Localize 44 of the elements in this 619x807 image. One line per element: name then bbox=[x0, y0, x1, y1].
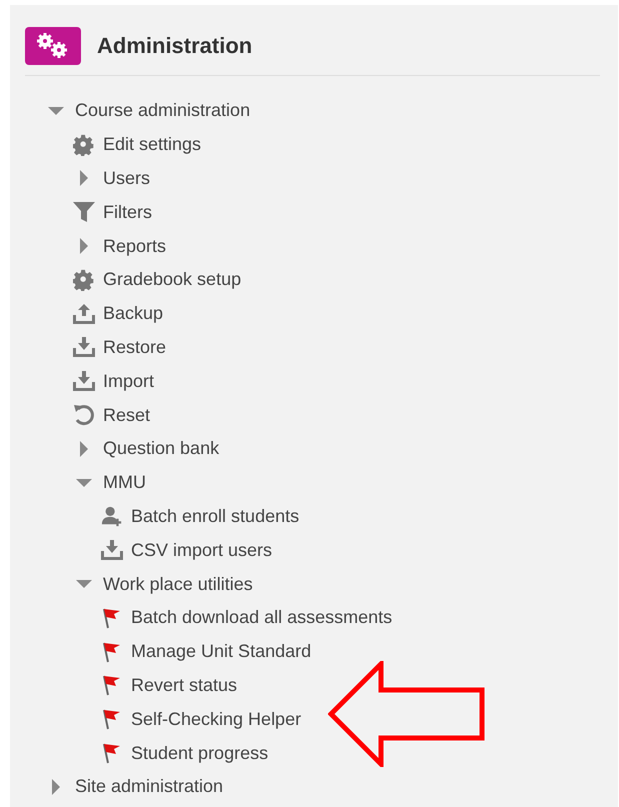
expanded-caret-icon[interactable] bbox=[76, 478, 92, 488]
tree-link[interactable]: Backup bbox=[103, 303, 164, 324]
tree-branch-label[interactable]: Question bank bbox=[103, 438, 220, 460]
tree-link[interactable]: Batch download all assessments bbox=[131, 607, 392, 628]
tree-branch-label[interactable]: Site administration bbox=[75, 776, 224, 798]
tree-link[interactable]: Reset bbox=[103, 404, 150, 426]
flag-icon bbox=[102, 606, 122, 629]
tree-link[interactable]: Import bbox=[103, 370, 154, 392]
expanded-caret-icon[interactable] bbox=[76, 579, 92, 590]
flag-icon bbox=[102, 640, 122, 663]
tree-branch-label[interactable]: Reports bbox=[103, 236, 166, 257]
gears-icon bbox=[25, 27, 81, 65]
flag-icon bbox=[102, 742, 122, 764]
tree-branch-label[interactable]: Course administration bbox=[75, 100, 250, 122]
download-icon bbox=[73, 337, 95, 358]
flag-icon bbox=[102, 674, 122, 696]
flag-icon bbox=[102, 708, 122, 730]
tree-link[interactable]: Manage Unit Standard bbox=[131, 641, 312, 662]
collapsed-caret-icon[interactable] bbox=[79, 440, 89, 457]
user-add-icon bbox=[101, 505, 123, 528]
funnel-icon bbox=[73, 202, 95, 222]
gear-icon bbox=[73, 268, 95, 291]
tree-link[interactable]: Edit settings bbox=[103, 134, 202, 156]
tree-link[interactable]: Revert status bbox=[131, 674, 238, 696]
tree-link[interactable]: Restore bbox=[103, 336, 166, 358]
download-icon bbox=[101, 540, 123, 560]
tree-link[interactable]: Filters bbox=[103, 202, 152, 223]
tree-link[interactable]: Student progress bbox=[131, 742, 268, 764]
tree-link[interactable]: Batch enroll students bbox=[131, 506, 300, 527]
download-icon bbox=[73, 371, 95, 392]
reset-icon bbox=[73, 404, 95, 426]
upload-icon bbox=[73, 304, 95, 324]
tree-link[interactable]: Gradebook setup bbox=[103, 269, 242, 290]
tree-link[interactable]: Self-Checking Helper bbox=[131, 708, 302, 730]
tree-branch-label[interactable]: Users bbox=[103, 168, 150, 189]
expanded-caret-icon[interactable] bbox=[48, 106, 64, 116]
block-title: Administration bbox=[97, 33, 252, 59]
gear-icon bbox=[73, 134, 95, 156]
collapsed-caret-icon[interactable] bbox=[79, 238, 89, 254]
tree-branch-label[interactable]: MMU bbox=[103, 472, 146, 494]
tree-branch-label[interactable]: Work place utilities bbox=[103, 574, 253, 595]
collapsed-caret-icon[interactable] bbox=[51, 778, 61, 795]
tree-link[interactable]: CSV import users bbox=[131, 540, 272, 561]
collapsed-caret-icon[interactable] bbox=[79, 170, 89, 186]
